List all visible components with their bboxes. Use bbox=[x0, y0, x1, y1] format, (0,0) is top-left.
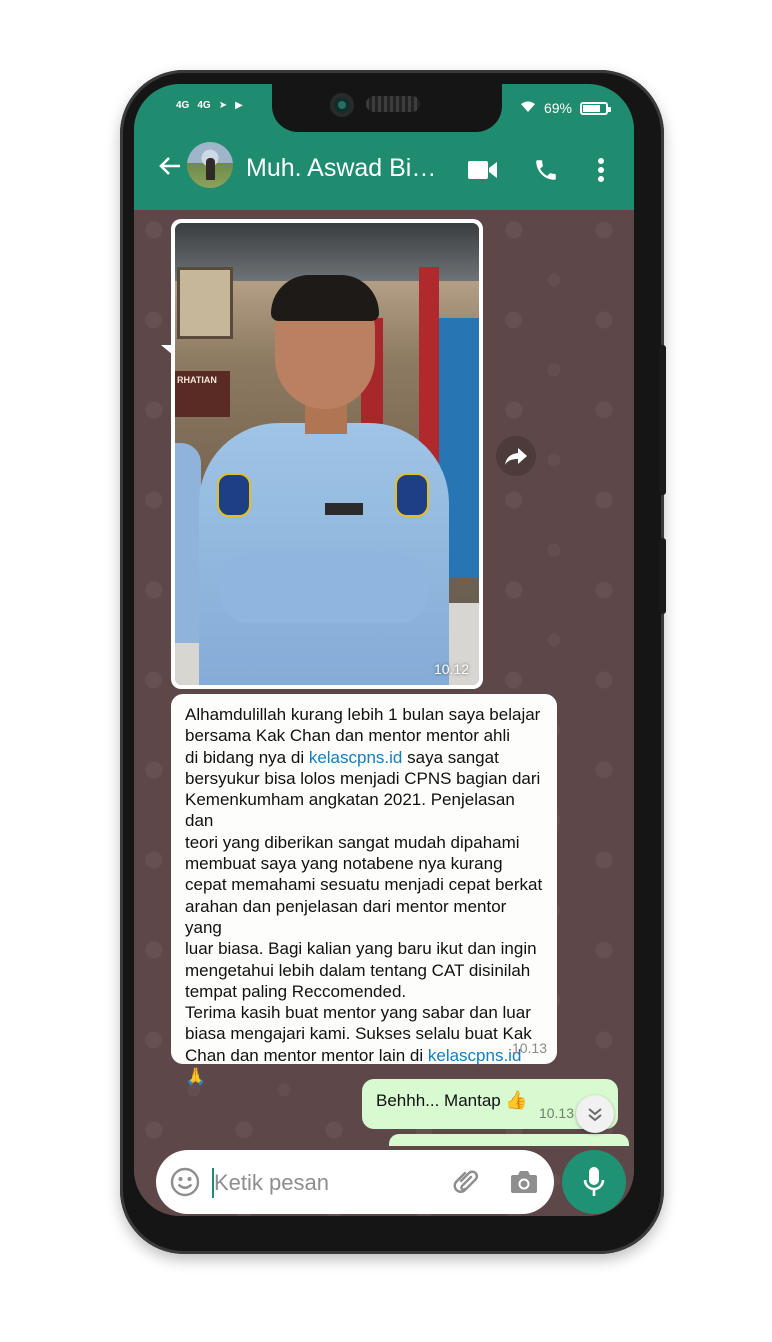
earpiece-speaker bbox=[366, 96, 420, 112]
message-text-part-2: saya sangat bersyukur bisa lolos menjadi… bbox=[185, 747, 543, 1065]
pray-emoji-icon: 🙏 bbox=[185, 1067, 207, 1087]
camera-icon[interactable] bbox=[510, 1169, 538, 1200]
message-timestamp: 10.13 bbox=[511, 1040, 547, 1056]
outgoing-message-timestamp: 10.13 bbox=[538, 1105, 574, 1121]
more-vertical-icon[interactable] bbox=[597, 157, 605, 188]
status-bar-left: 4G 4G ➤ ▶ bbox=[176, 100, 243, 111]
back-arrow-icon[interactable] bbox=[158, 154, 182, 183]
telegram-icon: ➤ bbox=[218, 100, 228, 111]
photo-person-hair bbox=[271, 275, 379, 321]
front-camera bbox=[330, 93, 354, 117]
phone-screen: 4G 4G ➤ ▶ 69% Muh. Aswad Bim... RHATIAN … bbox=[134, 84, 634, 1216]
thumbs-up-emoji-icon: 👍 bbox=[505, 1090, 528, 1110]
double-chevron-down-icon bbox=[588, 1108, 602, 1122]
volume-button bbox=[659, 538, 666, 614]
emoji-icon[interactable] bbox=[170, 1167, 200, 1202]
signal-label-2: 4G bbox=[197, 100, 211, 111]
status-bar-right: 69% bbox=[520, 100, 611, 116]
message-input-bar[interactable]: Ketik pesan bbox=[156, 1150, 554, 1214]
message-text: Alhamdulillah kurang lebih 1 bulan saya … bbox=[185, 704, 543, 1087]
photo-nametag bbox=[325, 503, 363, 515]
message-photo[interactable]: RHATIAN 10.12 bbox=[175, 223, 479, 685]
image-message-bubble[interactable]: RHATIAN 10.12 bbox=[171, 219, 483, 689]
message-input-field[interactable]: Ketik pesan bbox=[214, 1170, 329, 1196]
phone-call-icon[interactable] bbox=[533, 157, 559, 188]
forward-button[interactable] bbox=[496, 436, 536, 476]
battery-percent: 69% bbox=[543, 100, 572, 116]
signal-label-1: 4G bbox=[176, 100, 190, 111]
kelascpns-link-2[interactable]: kelascpns.id bbox=[428, 1046, 522, 1065]
outgoing-message-text: Behhh... Mantap bbox=[376, 1091, 501, 1110]
photo-sign: RHATIAN bbox=[175, 371, 230, 417]
photo-patch-right bbox=[395, 473, 429, 517]
microphone-icon bbox=[583, 1167, 605, 1196]
photo-patch-left bbox=[217, 473, 251, 517]
photo-person-arms bbox=[219, 553, 429, 623]
photo-side-person bbox=[175, 443, 201, 643]
chat-header: 4G 4G ➤ ▶ 69% Muh. Aswad Bim... bbox=[134, 84, 634, 210]
voice-message-button[interactable] bbox=[562, 1150, 626, 1214]
play-icon: ▶ bbox=[235, 100, 243, 111]
wifi-icon bbox=[520, 100, 536, 116]
contact-avatar[interactable] bbox=[187, 142, 233, 188]
power-button bbox=[659, 345, 666, 495]
photo-frame-object bbox=[177, 267, 233, 339]
contact-name[interactable]: Muh. Aswad Bim... bbox=[246, 154, 452, 183]
kelascpns-link-1[interactable]: kelascpns.id bbox=[309, 748, 403, 767]
text-message-bubble[interactable]: Alhamdulillah kurang lebih 1 bulan saya … bbox=[171, 694, 557, 1086]
forward-icon bbox=[505, 448, 527, 465]
photo-timestamp: 10.12 bbox=[433, 661, 469, 677]
video-call-icon[interactable] bbox=[468, 160, 498, 185]
next-outgoing-bubble-edge bbox=[389, 1134, 629, 1146]
phone-notch bbox=[272, 84, 502, 132]
attach-icon[interactable] bbox=[452, 1168, 480, 1201]
scroll-to-bottom-button[interactable] bbox=[576, 1095, 614, 1133]
battery-icon bbox=[580, 101, 611, 115]
